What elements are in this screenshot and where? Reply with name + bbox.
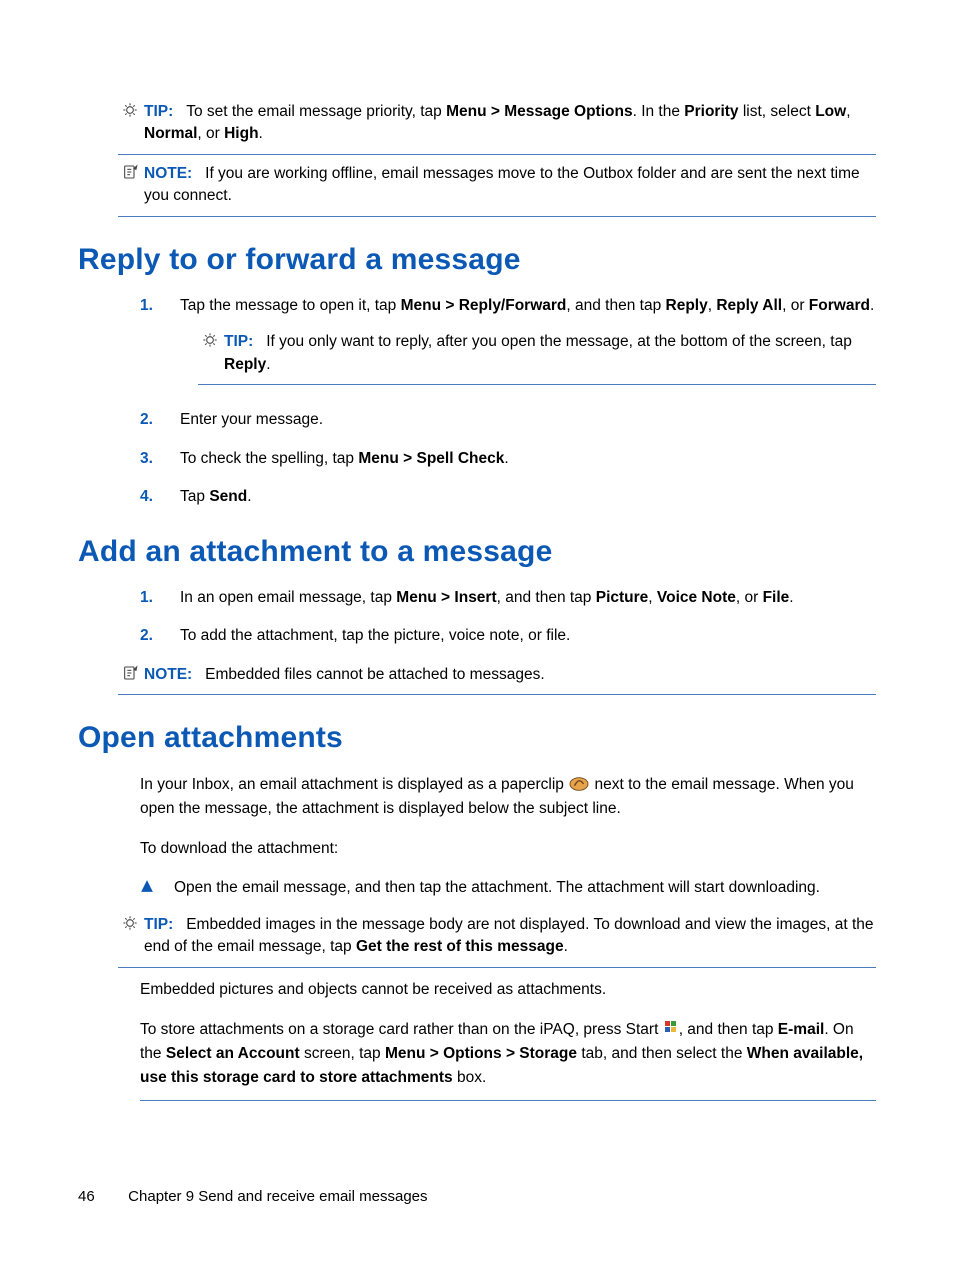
steps-list: 1. Tap the message to open it, tap Menu … <box>140 295 876 509</box>
paperclip-icon <box>568 775 590 793</box>
tip-icon <box>118 914 142 931</box>
triangle-bullet-icon <box>140 877 174 893</box>
section3-body: In your Inbox, an email attachment is di… <box>78 773 876 1101</box>
step-3: 3. To check the spelling, tap Menu > Spe… <box>140 448 876 470</box>
step-2: 2. To add the attachment, tap the pictur… <box>140 625 876 647</box>
chapter-title: Chapter 9 Send and receive email message… <box>128 1188 427 1205</box>
note-icon <box>118 163 142 180</box>
step-text: To add the attachment, tap the picture, … <box>180 625 876 647</box>
step-text: In an open email message, tap Menu > Ins… <box>180 587 876 609</box>
heading-open-attachments: Open attachments <box>78 721 876 755</box>
step-number: 1. <box>140 587 180 609</box>
tip-icon <box>198 331 222 348</box>
step-text: Tap Send. <box>180 486 876 508</box>
note-icon <box>118 664 142 681</box>
step-number: 2. <box>140 409 180 431</box>
page-number: 46 <box>78 1188 124 1205</box>
heading-reply-forward: Reply to or forward a message <box>78 243 876 277</box>
step-number: 2. <box>140 625 180 647</box>
step-number: 3. <box>140 448 180 470</box>
tip-icon <box>118 101 142 118</box>
bullet-text: Open the email message, and then tap the… <box>174 877 876 899</box>
note-callout: NOTE: Embedded files cannot be attached … <box>118 664 876 695</box>
step-1: 1. Tap the message to open it, tap Menu … <box>140 295 876 393</box>
step-number: 1. <box>140 295 180 317</box>
bullet-item: Open the email message, and then tap the… <box>140 877 876 899</box>
paragraph: To store attachments on a storage card r… <box>140 1018 876 1101</box>
nested-tip: TIP: If you only want to reply, after yo… <box>198 331 876 385</box>
section1-body: 1. Tap the message to open it, tap Menu … <box>78 295 876 509</box>
section2-body: 1. In an open email message, tap Menu > … <box>78 587 876 695</box>
tip-callout: TIP: Embedded images in the message body… <box>118 914 876 968</box>
page: TIP: To set the email message priority, … <box>0 0 954 1270</box>
page-footer: 46 Chapter 9 Send and receive email mess… <box>78 1188 428 1205</box>
step-4: 4. Tap Send. <box>140 486 876 508</box>
tip-text: TIP: If you only want to reply, after yo… <box>222 331 876 376</box>
tip-label: TIP: <box>144 103 173 120</box>
paragraph: Embedded pictures and objects cannot be … <box>140 978 876 1002</box>
start-flag-icon <box>663 1019 679 1037</box>
paragraph: To download the attachment: <box>140 837 876 861</box>
tip-callout: TIP: To set the email message priority, … <box>118 101 876 155</box>
note-text: NOTE: Embedded files cannot be attached … <box>142 664 876 686</box>
tip-text: TIP: To set the email message priority, … <box>142 101 876 146</box>
content-area: TIP: To set the email message priority, … <box>78 101 876 217</box>
paragraph: In your Inbox, an email attachment is di… <box>140 773 876 821</box>
step-text: To check the spelling, tap Menu > Spell … <box>180 448 876 470</box>
step-text: Enter your message. <box>180 409 876 431</box>
tip-text: TIP: Embedded images in the message body… <box>142 914 876 959</box>
note-text: NOTE: If you are working offline, email … <box>142 163 876 208</box>
heading-add-attachment: Add an attachment to a message <box>78 535 876 569</box>
step-number: 4. <box>140 486 180 508</box>
step-text: Tap the message to open it, tap Menu > R… <box>180 295 876 393</box>
step-1: 1. In an open email message, tap Menu > … <box>140 587 876 609</box>
note-callout: NOTE: If you are working offline, email … <box>118 163 876 217</box>
step-2: 2. Enter your message. <box>140 409 876 431</box>
steps-list: 1. In an open email message, tap Menu > … <box>140 587 876 648</box>
note-label: NOTE: <box>144 165 192 182</box>
